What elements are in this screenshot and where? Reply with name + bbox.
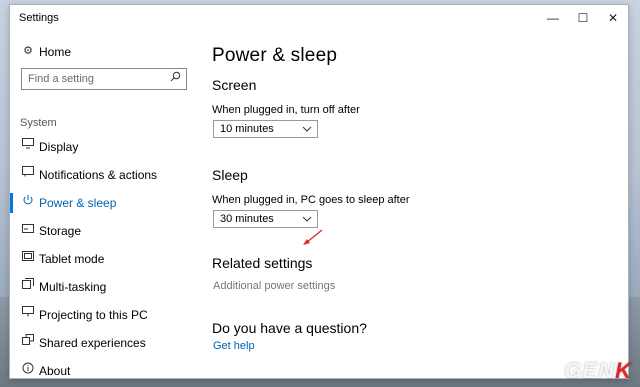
sidebar-item-storage[interactable]: Storage — [10, 218, 200, 244]
sidebar-item-shared-experiences[interactable]: Shared experiences — [10, 330, 200, 356]
sidebar-item-label: Tablet mode — [39, 252, 105, 266]
sidebar-item-label: Storage — [39, 224, 82, 238]
sidebar-item-notifications[interactable]: Notifications & actions — [10, 162, 200, 188]
sidebar-item-tablet-mode[interactable]: Tablet mode — [10, 246, 200, 272]
sidebar-item-power-sleep[interactable]: Power & sleep — [10, 190, 200, 216]
watermark-logo: GENK — [564, 358, 632, 384]
section-header-system: System — [20, 117, 57, 129]
sidebar-item-display[interactable]: Display — [10, 134, 200, 160]
additional-power-settings-link[interactable]: Additional power settings — [213, 280, 335, 292]
watermark-text-a: GEN — [564, 358, 616, 383]
settings-window: Settings — ☐ ✕ ⚙ Home System Display No — [10, 5, 628, 378]
chevron-down-icon — [302, 122, 312, 139]
sidebar-item-label: Power & sleep — [39, 196, 117, 210]
monitor-icon — [20, 138, 36, 154]
search-icon[interactable] — [167, 71, 183, 87]
chevron-down-icon — [302, 212, 312, 229]
get-help-link[interactable]: Get help — [213, 340, 255, 352]
watermark-text-b: K — [615, 358, 632, 383]
sleep-heading: Sleep — [212, 167, 248, 183]
title-bar[interactable]: Settings — ☐ ✕ — [10, 5, 628, 31]
sidebar-item-projecting[interactable]: Projecting to this PC — [10, 302, 200, 328]
close-button[interactable]: ✕ — [598, 5, 628, 31]
main-content: Power & sleep Screen When plugged in, tu… — [212, 31, 628, 378]
sidebar-item-label: About — [39, 364, 71, 378]
sleep-timeout-label: When plugged in, PC goes to sleep after — [212, 194, 410, 206]
sidebar-item-multitasking[interactable]: Multi-tasking — [10, 274, 200, 300]
page-title: Power & sleep — [212, 45, 338, 66]
red-arrow-annotation — [303, 229, 323, 245]
sidebar-item-home[interactable]: ⚙ Home — [10, 39, 200, 65]
sidebar-item-label: Multi-tasking — [39, 280, 107, 294]
power-icon — [20, 194, 36, 210]
window-title: Settings — [19, 12, 59, 24]
dropdown-value: 30 minutes — [220, 213, 274, 225]
related-settings-heading: Related settings — [212, 255, 313, 271]
info-icon — [20, 362, 36, 378]
minimize-button[interactable]: — — [538, 5, 568, 31]
sidebar-item-label: Projecting to this PC — [39, 308, 148, 322]
notification-icon — [20, 166, 36, 182]
sidebar-item-label: Notifications & actions — [39, 168, 158, 182]
storage-icon — [20, 222, 36, 238]
sidebar: ⚙ Home System Display Notifications & ac… — [10, 31, 200, 378]
tablet-icon — [20, 250, 36, 266]
project-icon — [20, 306, 36, 322]
sidebar-item-label: Display — [39, 140, 79, 154]
sidebar-item-label: Shared experiences — [39, 336, 146, 350]
search-input[interactable] — [22, 69, 168, 89]
maximize-button[interactable]: ☐ — [568, 5, 598, 31]
gear-icon: ⚙ — [23, 45, 33, 57]
search-box[interactable] — [21, 68, 187, 90]
dropdown-value: 10 minutes — [220, 123, 274, 135]
question-heading: Do you have a question? — [212, 320, 367, 336]
sleep-timeout-dropdown[interactable]: 30 minutes — [213, 210, 318, 228]
screen-timeout-label: When plugged in, turn off after — [212, 104, 360, 116]
sidebar-item-label: Home — [39, 45, 72, 59]
shared-icon — [20, 334, 36, 350]
screen-heading: Screen — [212, 77, 257, 93]
screen-timeout-dropdown[interactable]: 10 minutes — [213, 120, 318, 138]
sidebar-item-about[interactable]: About — [10, 358, 200, 378]
multitask-icon — [20, 278, 36, 294]
